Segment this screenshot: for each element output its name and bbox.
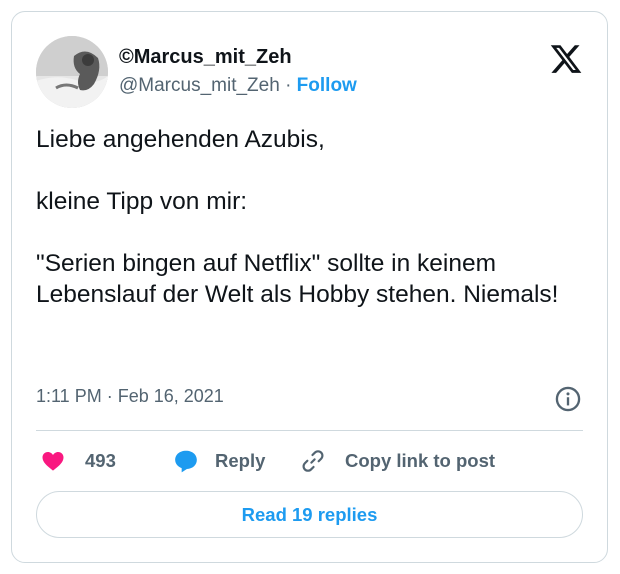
info-icon[interactable] (554, 385, 582, 413)
author-handle[interactable]: @Marcus_mit_Zeh (119, 75, 280, 96)
author-handle-row: @Marcus_mit_Zeh · Follow (119, 75, 357, 97)
reply-label: Reply (215, 450, 266, 471)
timestamp-separator: · (106, 386, 113, 406)
follow-button[interactable]: Follow (297, 75, 357, 96)
reply-button[interactable]: Reply (172, 446, 265, 476)
read-replies-button[interactable]: Read 19 replies (36, 491, 583, 538)
reply-bubble-icon (175, 450, 197, 473)
tweet-text: Liebe angehenden Azubis, kleine Tipp von… (36, 126, 559, 308)
author-display-name[interactable]: ©Marcus_mit_Zeh (119, 46, 292, 69)
tweet-timestamp[interactable]: 1:11 PM · Feb 16, 2021 (36, 386, 224, 407)
avatar-image (36, 36, 108, 108)
x-logo-icon[interactable] (549, 42, 583, 76)
heart-icon (42, 452, 64, 471)
avatar[interactable] (36, 36, 108, 108)
tweet-date: Feb 16, 2021 (117, 386, 224, 406)
copy-link-label: Copy link to post (345, 450, 496, 471)
handle-separator: · (285, 75, 292, 96)
tweet-time: 1:11 PM (36, 386, 102, 406)
like-count: 493 (85, 450, 116, 471)
link-icon (302, 450, 324, 472)
like-button[interactable]: 493 (40, 446, 116, 476)
copy-link-button[interactable]: Copy link to post (300, 446, 495, 476)
tweet-card: ©Marcus_mit_Zeh @Marcus_mit_Zeh · Follow… (11, 11, 608, 563)
divider (36, 430, 583, 431)
